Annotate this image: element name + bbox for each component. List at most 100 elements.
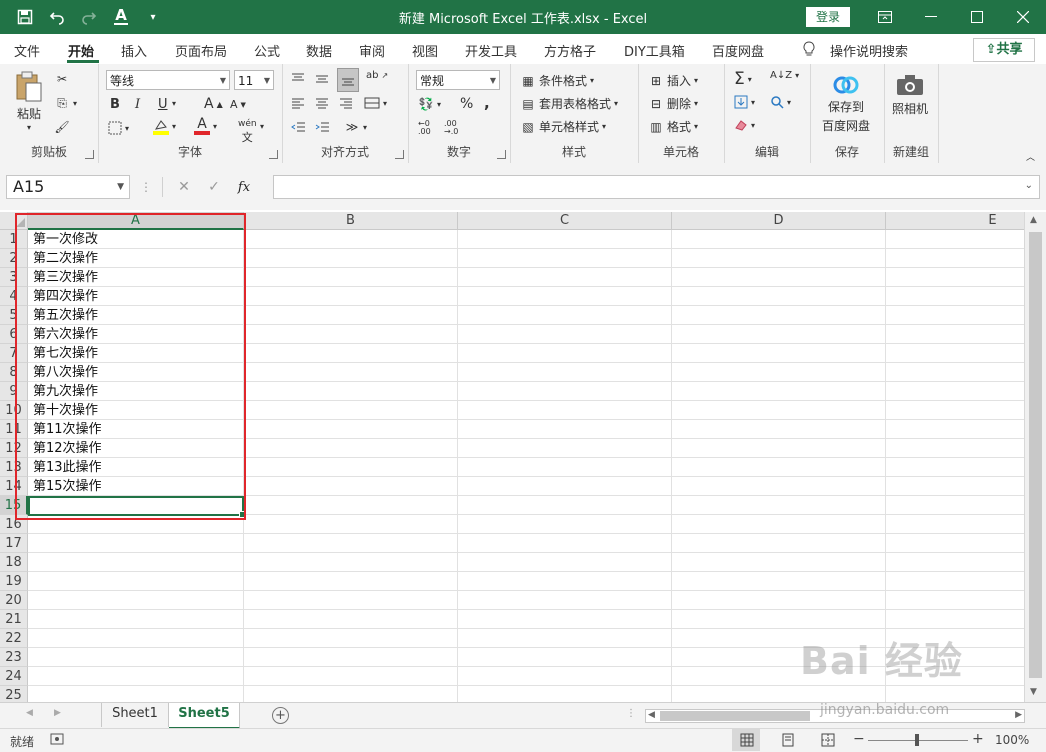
scroll-up-icon[interactable]: ▲ xyxy=(1030,215,1037,225)
scroll-left-icon[interactable]: ◀ xyxy=(648,710,655,720)
tab-view[interactable]: 视图 xyxy=(412,41,438,60)
row-header[interactable]: 17 xyxy=(0,534,28,553)
paste-button[interactable]: 粘贴 ▾ xyxy=(14,70,44,132)
clear-icon[interactable]: ▾ xyxy=(734,119,755,131)
tab-review[interactable]: 审阅 xyxy=(359,41,385,60)
scroll-right-icon[interactable]: ▶ xyxy=(1015,710,1022,720)
row-header[interactable]: 20 xyxy=(0,591,28,610)
underline-dropdown-icon[interactable]: ▾ xyxy=(172,99,176,108)
tab-formulas[interactable]: 公式 xyxy=(254,41,280,60)
grow-font-button[interactable]: A ▲ xyxy=(204,96,223,112)
insert-cells-button[interactable]: ⊞ 插入 ▾ xyxy=(648,72,698,89)
maximize-icon[interactable] xyxy=(954,0,1000,34)
align-left-icon[interactable] xyxy=(290,96,306,110)
zoom-in-icon[interactable]: + xyxy=(972,731,984,747)
copy-icon[interactable]: ⎘ ▾ xyxy=(54,96,77,110)
horizontal-scroll-thumb[interactable] xyxy=(660,711,810,721)
zoom-out-icon[interactable]: − xyxy=(853,731,865,747)
format-cells-button[interactable]: ▥ 格式 ▾ xyxy=(648,118,698,135)
page-layout-view-icon[interactable] xyxy=(781,733,795,750)
cancel-icon[interactable]: ✕ xyxy=(169,179,199,195)
font-size-combo[interactable]: 11 ▼ xyxy=(234,70,274,90)
borders-icon[interactable]: ▾ xyxy=(108,121,129,135)
row-header[interactable]: 21 xyxy=(0,610,28,629)
minimize-icon[interactable] xyxy=(908,0,954,34)
insert-function-icon[interactable]: fx xyxy=(229,180,259,195)
alignment-launcher-icon[interactable] xyxy=(395,150,404,159)
add-sheet-icon[interactable]: + xyxy=(272,707,289,724)
cut-icon[interactable]: ✂ xyxy=(54,72,70,86)
font-color-dropdown-icon[interactable]: ▾ xyxy=(213,122,217,131)
phonetic-guide-icon[interactable]: wén 文 xyxy=(238,119,257,145)
format-as-table-button[interactable]: ▤ 套用表格格式 ▾ xyxy=(520,95,618,112)
tab-fangfang[interactable]: 方方格子 xyxy=(544,41,596,60)
phonetic-dropdown-icon[interactable]: ▾ xyxy=(260,122,264,131)
italic-button[interactable]: I xyxy=(135,97,140,112)
accounting-format-icon[interactable]: 💱 ▾ xyxy=(418,97,442,111)
column-header-e[interactable]: E xyxy=(886,212,1024,230)
decrease-indent-icon[interactable] xyxy=(290,120,306,134)
tab-home[interactable]: 开始 xyxy=(68,41,94,60)
tab-baidu-netdisk[interactable]: 百度网盘 xyxy=(712,41,764,60)
collapse-ribbon-icon[interactable]: ︿ xyxy=(1026,150,1035,163)
text-direction-icon[interactable]: ≫ ▾ xyxy=(344,120,367,134)
fill-color-dropdown-icon[interactable]: ▾ xyxy=(172,122,176,131)
find-select-icon[interactable]: ▾ xyxy=(770,95,791,109)
fill-color-icon[interactable] xyxy=(153,119,169,135)
number-format-combo[interactable]: 常规 ▼ xyxy=(416,70,500,90)
sheet-tab-sheet1[interactable]: Sheet1 xyxy=(102,703,169,727)
underline-button[interactable]: U xyxy=(158,97,168,112)
font-color-icon[interactable]: A xyxy=(194,117,210,135)
row-header[interactable]: 24 xyxy=(0,667,28,686)
row-header[interactable]: 18 xyxy=(0,553,28,572)
tab-insert[interactable]: 插入 xyxy=(121,41,147,60)
increase-decimal-icon[interactable]: ←0.00 xyxy=(418,120,431,136)
format-painter-icon[interactable]: 🖌 xyxy=(54,120,70,134)
tab-file[interactable]: 文件 xyxy=(14,41,40,60)
tab-developer[interactable]: 开发工具 xyxy=(465,41,517,60)
row-header[interactable]: 22 xyxy=(0,629,28,648)
zoom-level[interactable]: 100% xyxy=(995,733,1029,747)
page-break-view-icon[interactable] xyxy=(821,733,835,750)
align-right-icon[interactable] xyxy=(338,96,354,110)
row-header[interactable]: 19 xyxy=(0,572,28,591)
shrink-font-button[interactable]: A ▼ xyxy=(230,98,246,111)
font-launcher-icon[interactable] xyxy=(269,150,278,159)
next-sheet-icon[interactable]: ▶ xyxy=(54,708,61,718)
login-button[interactable]: 登录 xyxy=(806,7,850,27)
scroll-down-icon[interactable]: ▼ xyxy=(1030,687,1037,697)
number-launcher-icon[interactable] xyxy=(497,150,506,159)
normal-view-icon[interactable] xyxy=(740,733,754,750)
wrap-text-icon[interactable]: ▾ xyxy=(364,96,387,110)
expand-formula-icon[interactable]: ⌄ xyxy=(1025,180,1033,191)
save-to-baidu-button[interactable]: 保存到 百度网盘 xyxy=(822,74,870,134)
increase-indent-icon[interactable] xyxy=(314,120,330,134)
tab-page-layout[interactable]: 页面布局 xyxy=(175,41,227,60)
decrease-decimal-icon[interactable]: .00 →.0 xyxy=(444,120,458,136)
prev-sheet-icon[interactable]: ◀ xyxy=(26,708,33,718)
formula-input[interactable]: ⌄ xyxy=(273,175,1040,199)
column-header-b[interactable]: B xyxy=(244,212,458,230)
row-header[interactable]: 25 xyxy=(0,686,28,702)
tab-diy-toolbox[interactable]: DIY工具箱 xyxy=(624,41,685,60)
zoom-slider-thumb[interactable] xyxy=(915,734,919,746)
fill-icon[interactable]: ▾ xyxy=(734,95,755,109)
sort-filter-icon[interactable]: A↓Z ▾ xyxy=(770,70,799,81)
close-icon[interactable] xyxy=(1000,0,1046,34)
name-box[interactable]: A15 ▼ xyxy=(6,175,130,199)
cell-styles-button[interactable]: ▧ 单元格样式 ▾ xyxy=(520,118,606,135)
vertical-scroll-thumb[interactable] xyxy=(1029,232,1042,678)
tab-data[interactable]: 数据 xyxy=(306,41,332,60)
sheet-tab-sheet5[interactable]: Sheet5 xyxy=(169,703,240,729)
row-header[interactable]: 23 xyxy=(0,648,28,667)
align-top-icon[interactable] xyxy=(290,72,306,86)
tell-me-search[interactable]: 操作说明搜索 xyxy=(830,41,908,60)
share-button[interactable]: ⇪共享 xyxy=(973,38,1035,62)
percent-button[interactable]: % xyxy=(460,96,473,112)
clipboard-launcher-icon[interactable] xyxy=(85,150,94,159)
conditional-formatting-button[interactable]: ▦ 条件格式 ▾ xyxy=(520,72,594,89)
align-bottom-icon[interactable] xyxy=(337,68,359,92)
ribbon-display-options-icon[interactable] xyxy=(862,0,908,34)
macro-record-icon[interactable] xyxy=(50,732,64,749)
enter-icon[interactable]: ✓ xyxy=(199,179,229,195)
